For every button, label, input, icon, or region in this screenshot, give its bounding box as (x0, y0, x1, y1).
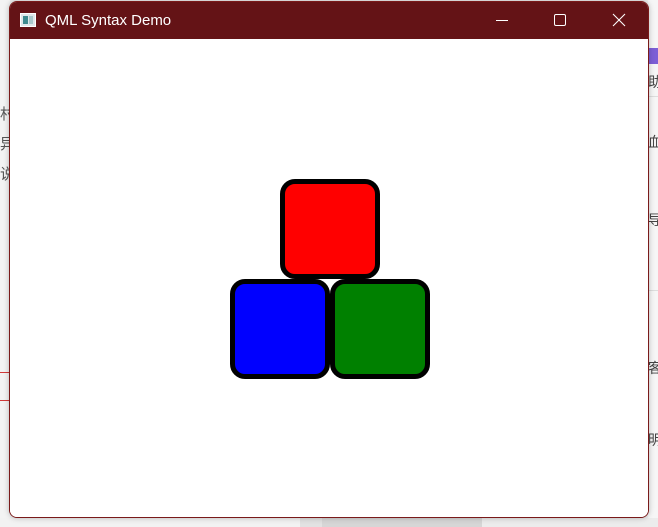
background-segment (0, 518, 300, 527)
background-divider (648, 96, 658, 97)
minimize-button[interactable] (473, 2, 531, 39)
maximize-button[interactable] (531, 2, 589, 39)
background-text: 明 (648, 432, 658, 448)
background-segment (300, 518, 322, 527)
background-badge (648, 48, 658, 64)
background-text: 血 (648, 134, 658, 150)
close-icon (612, 13, 626, 27)
background-window-right: 助 血 导 客 明 (648, 0, 658, 527)
background-segment (482, 518, 658, 527)
window-app-icon[interactable] (20, 13, 36, 27)
app-window: QML Syntax Demo (9, 1, 649, 518)
app-icon-pane (29, 16, 33, 24)
close-button[interactable] (590, 2, 648, 39)
green-rectangle (330, 279, 430, 379)
background-text: 客 (648, 360, 658, 376)
background-text: 助 (648, 74, 658, 90)
window-title: QML Syntax Demo (45, 12, 172, 29)
app-icon-pane (23, 16, 28, 24)
background-text: 导 (648, 212, 658, 228)
qml-stage (10, 39, 648, 517)
background-taskbar-strip (0, 518, 658, 527)
background-segment (322, 518, 482, 527)
background-divider (648, 290, 658, 291)
red-rectangle (280, 179, 380, 279)
title-bar[interactable]: QML Syntax Demo (10, 2, 648, 39)
minimize-icon (496, 20, 508, 21)
maximize-icon (554, 14, 566, 26)
qml-view (10, 39, 648, 517)
blue-rectangle (230, 279, 330, 379)
